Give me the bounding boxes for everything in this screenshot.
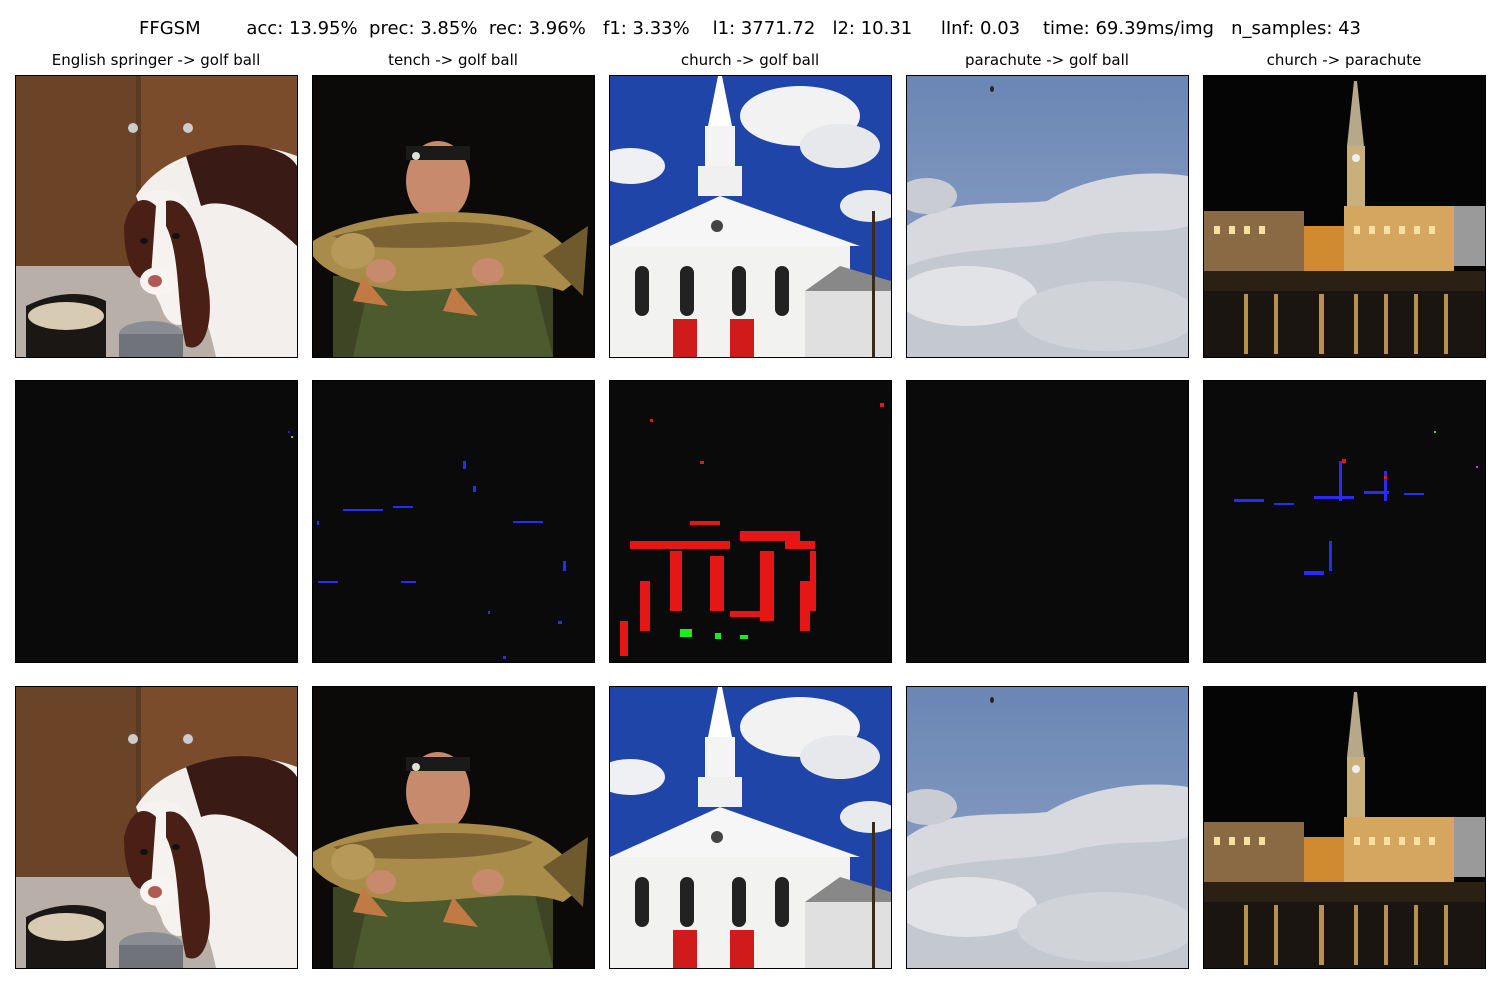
perturbation-tench <box>312 380 595 663</box>
adversarial-image-tench <box>312 686 595 969</box>
original-image-springer <box>15 75 298 358</box>
column-title-church-night: church -> parachute <box>1266 51 1422 69</box>
adversarial-image-church <box>609 686 892 969</box>
original-image-church-night <box>1203 75 1486 358</box>
original-image-church <box>609 75 892 358</box>
adversarial-image-springer <box>15 686 298 969</box>
original-image-tench <box>312 75 595 358</box>
adversarial-image-church-night <box>1203 686 1486 969</box>
column-title-springer: English springer -> golf ball <box>51 51 261 69</box>
column-title-tench: tench -> golf ball <box>388 51 518 69</box>
original-image-sky <box>906 75 1189 358</box>
perturbation-sky <box>906 380 1189 663</box>
perturbation-church <box>609 380 892 663</box>
perturbation-springer <box>15 380 298 663</box>
perturbation-church-night <box>1203 380 1486 663</box>
adversarial-image-sky <box>906 686 1189 969</box>
column-title-parachute: parachute -> golf ball <box>965 51 1129 69</box>
figure-title: FFGSM acc: 13.95% prec: 3.85% rec: 3.96%… <box>138 18 1362 39</box>
column-title-church: church -> golf ball <box>680 51 820 69</box>
